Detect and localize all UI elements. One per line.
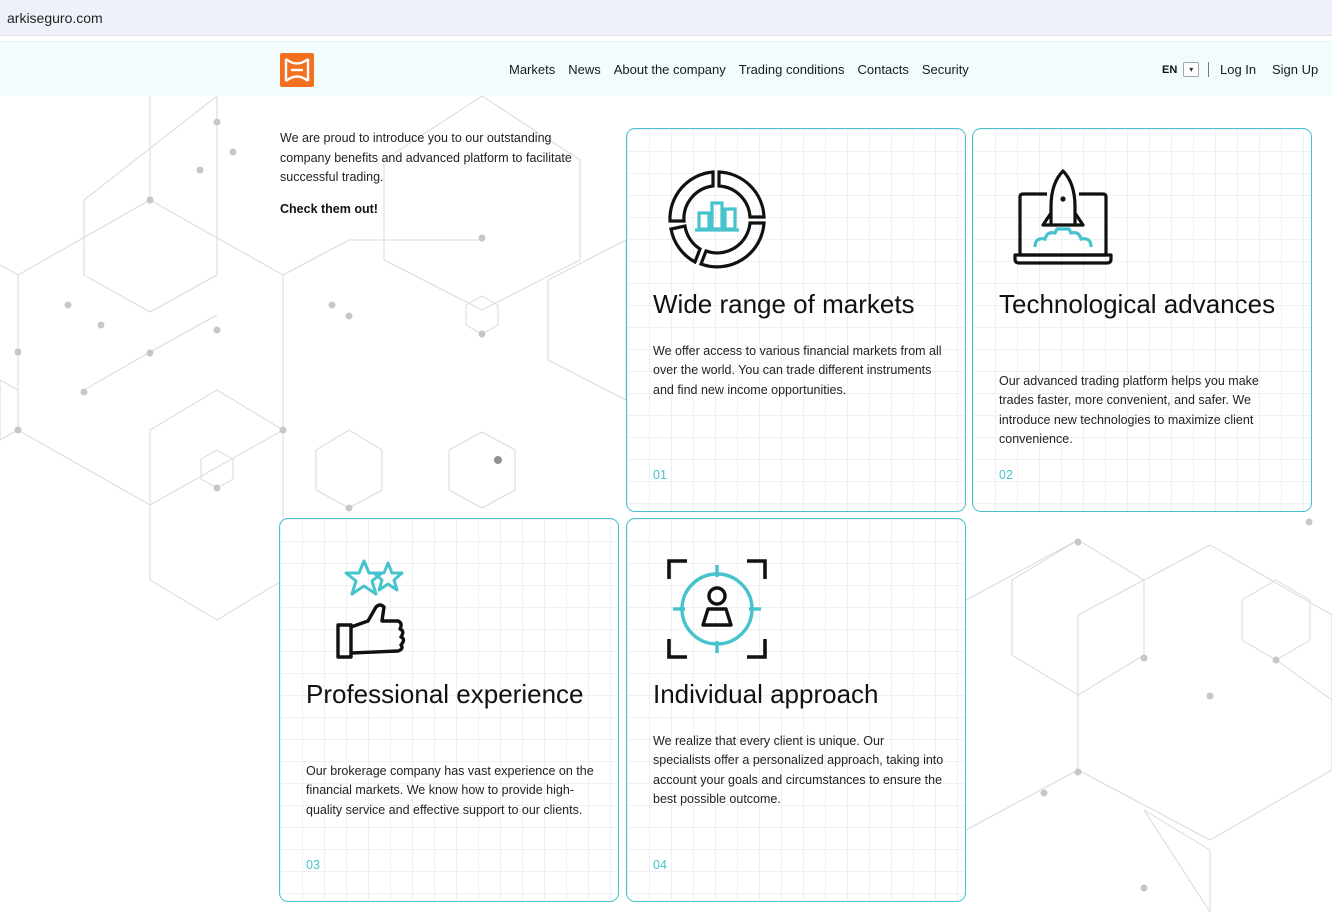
nav-markets[interactable]: Markets (509, 62, 555, 77)
nav-news[interactable]: News (568, 62, 601, 77)
logo[interactable] (280, 53, 314, 87)
feature-card-individual: Individual approach We realize that ever… (626, 518, 966, 902)
intro-cta: Check them out! (280, 201, 378, 216)
nav-trading-conditions[interactable]: Trading conditions (739, 62, 845, 77)
card-description: Our advanced trading platform helps you … (999, 374, 1259, 447)
card-description: We offer access to various financial mar… (653, 344, 942, 397)
chart-ring-icon (668, 170, 766, 269)
nav-about-the-company[interactable]: About the company (614, 62, 726, 77)
intro-text: We are proud to introduce you to our out… (280, 131, 572, 184)
feature-card-experience: Professional experience Our brokerage co… (279, 518, 619, 902)
divider (1208, 62, 1209, 77)
card-description: Our brokerage company has vast experienc… (306, 764, 594, 817)
login-link[interactable]: Log In (1220, 62, 1256, 77)
card-title: Professional experience (306, 679, 584, 709)
language-code: EN (1162, 63, 1178, 76)
thumbs-up-stars-icon (336, 559, 406, 659)
browser-address-bar[interactable]: arkiseguro.com (0, 0, 1332, 36)
card-description: We realize that every client is unique. … (653, 734, 944, 807)
nav-security[interactable]: Security (922, 62, 969, 77)
card-number: 02 (999, 468, 1013, 482)
site-header: Markets News About the company Trading c… (0, 41, 1332, 96)
url-text[interactable]: arkiseguro.com (7, 10, 103, 26)
card-number: 03 (306, 858, 320, 872)
intro-section: We are proud to introduce you to our out… (280, 129, 590, 219)
rocket-laptop-icon (1013, 169, 1113, 265)
card-title: Individual approach (653, 679, 879, 709)
target-person-icon (667, 559, 767, 659)
chevron-down-icon[interactable]: ▾ (1183, 62, 1200, 77)
card-number: 04 (653, 858, 667, 872)
card-title: Wide range of markets (653, 289, 915, 319)
feature-card-markets: Wide range of markets We offer access to… (626, 128, 966, 512)
card-number: 01 (653, 468, 667, 482)
logo-icon (284, 58, 310, 82)
language-selector[interactable]: EN ▾ (1162, 62, 1200, 77)
feature-card-technology: Technological advances Our advanced trad… (972, 128, 1312, 512)
card-title: Technological advances (999, 289, 1276, 319)
main-nav: Markets News About the company Trading c… (509, 62, 969, 77)
signup-link[interactable]: Sign Up (1272, 62, 1318, 77)
nav-contacts[interactable]: Contacts (858, 62, 909, 77)
